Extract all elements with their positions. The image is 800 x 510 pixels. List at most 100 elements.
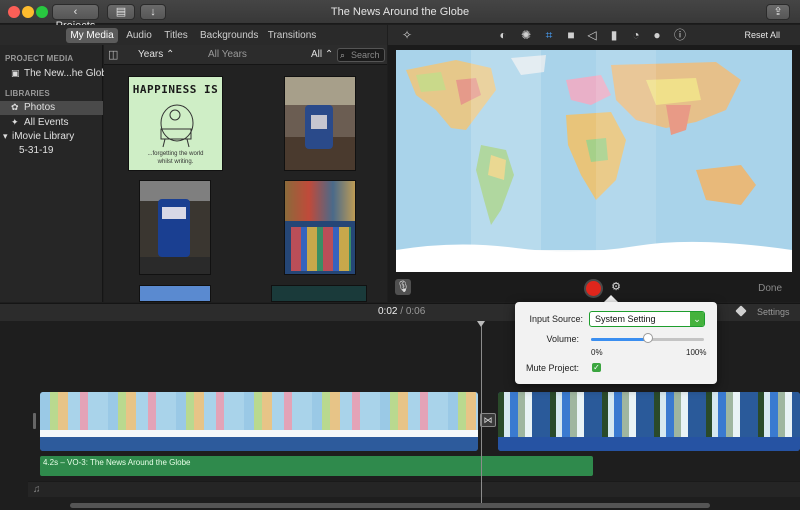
sidebar-item-event-5-31-19[interactable]: 5-31-19	[0, 144, 103, 158]
viewer: ✧ ◐ ✺ ⌗ ■ ◁ ▮ ◔ ● ⓘ Reset All 🎙 ⚙ Done	[388, 25, 800, 302]
volume-slider-thumb[interactable]	[642, 333, 653, 343]
chevron-down-icon: ⌄	[690, 312, 704, 326]
volume-slider-fill	[591, 338, 648, 341]
voiceover-clip-label: 4.2s – VO-3: The News Around the Globe	[43, 458, 191, 467]
speed-icon[interactable]: ◔	[629, 28, 643, 42]
voiceover-options-popover: Input Source: System Setting ⌄ Volume: 0…	[515, 302, 717, 384]
timeline-settings-button[interactable]: Settings	[757, 307, 790, 317]
waterfall-video-clip[interactable]	[498, 392, 800, 451]
mute-project-label: Mute Project:	[525, 363, 579, 373]
filter-label: All	[311, 49, 323, 60]
color-balance-icon[interactable]: ◐	[496, 28, 510, 42]
timecode-display: 0:02 / 0:06	[378, 306, 425, 317]
music-note-icon: ♫	[33, 484, 41, 495]
years-selector[interactable]: Years ⌃	[138, 48, 174, 62]
input-source-value: System Setting	[595, 314, 656, 324]
libraries-header: LIBRARIES	[5, 89, 50, 98]
tab-titles[interactable]: Titles	[162, 28, 190, 43]
current-time: 0:02	[378, 306, 398, 317]
background-music-well[interactable]	[28, 481, 800, 497]
media-browser: ◫ Years ⌃ All Years All ⌃ ⌕ Search HAPPI…	[104, 45, 387, 302]
tab-audio[interactable]: Audio	[124, 28, 154, 43]
window-title: The News Around the Globe	[330, 6, 470, 18]
voiceover-controls: 🎙 ⚙ Done	[388, 275, 800, 302]
photo-thumbnail-happiness[interactable]: HAPPINESS IS ...forgetting the world whi…	[128, 76, 223, 171]
title-bar: ‹ Projects ▤ ↓ The News Around the Globe…	[0, 0, 800, 32]
tab-my-media[interactable]: My Media	[66, 28, 118, 43]
stabilization-icon[interactable]: ■	[564, 28, 578, 42]
sidebar-item-label: All Events	[24, 117, 69, 128]
sidebar-item-label: iMovie Library	[12, 131, 75, 142]
photo-thumbnail-partial-1[interactable]	[139, 285, 211, 302]
voiceover-options-button[interactable]: ⚙	[609, 280, 623, 294]
library-sidebar: PROJECT MEDIA ▣ The New...he Globe LIBRA…	[0, 45, 112, 302]
timeline-left-handle[interactable]	[33, 413, 36, 429]
done-button[interactable]: Done	[758, 283, 782, 294]
record-voiceover-button[interactable]	[586, 281, 601, 296]
search-placeholder: Search	[351, 50, 380, 60]
timecode-separator: /	[400, 306, 404, 317]
volume-label: Volume:	[546, 334, 579, 344]
updown-chevron-icon: ⌃	[324, 49, 334, 60]
adjustment-toolbar: ✧ ◐ ✺ ⌗ ■ ◁ ▮ ◔ ● ⓘ Reset All	[388, 25, 800, 45]
photo-thumbnail-can-car[interactable]	[139, 180, 211, 275]
noise-reduction-icon[interactable]: ▮	[607, 28, 621, 42]
reset-all-button[interactable]: Reset All	[744, 30, 780, 40]
world-map-image	[396, 50, 792, 272]
sidebar-item-all-events[interactable]: ✦ All Events	[0, 116, 103, 130]
sidebar-item-label: Photos	[24, 102, 56, 113]
info-icon[interactable]: ⓘ	[673, 28, 687, 42]
input-source-label: Input Source:	[529, 314, 583, 324]
microphone-button[interactable]: 🎙	[395, 279, 411, 295]
disclosure-triangle-icon: ▾	[3, 131, 8, 141]
transition-icon: ⋈	[483, 415, 493, 425]
magic-wand-icon[interactable]: ✧	[400, 28, 414, 42]
photo-thumbnail-partial-2[interactable]	[271, 285, 367, 302]
popover-arrow	[604, 295, 618, 302]
volume-icon[interactable]: ◁	[585, 28, 599, 42]
search-input[interactable]: ⌕ Search	[337, 48, 385, 62]
all-years-breadcrumb[interactable]: All Years	[208, 48, 247, 62]
thumbnail-caption-2: whilst writing.	[157, 159, 194, 165]
clip-filter-icon[interactable]: ●	[650, 28, 664, 42]
tab-transitions[interactable]: Transitions	[267, 28, 317, 43]
years-label: Years	[138, 49, 164, 60]
voiceover-audio-clip[interactable]: 4.2s – VO-3: The News Around the Globe	[40, 456, 593, 476]
sidebar-item-project[interactable]: ▣ The New...he Globe	[0, 67, 112, 81]
total-time: 0:06	[405, 306, 426, 317]
crop-icon[interactable]: ⌗	[542, 28, 556, 42]
photo-thumbnail-can-table[interactable]	[284, 76, 356, 171]
star-icon: ✦	[11, 117, 19, 127]
sidebar-item-label: 5-31-19	[19, 145, 54, 156]
browser-tabs: My Media Audio Titles Backgrounds Transi…	[0, 25, 387, 45]
share-icon: ⇪	[773, 6, 783, 18]
photo-thumbnail-homescreen[interactable]	[284, 180, 356, 275]
cross-dissolve-transition[interactable]: ⋈	[480, 413, 496, 427]
updown-chevron-icon: ⌃	[166, 49, 175, 60]
playhead[interactable]	[481, 326, 482, 504]
sliders-icon: ⚙	[611, 281, 621, 293]
color-correction-icon[interactable]: ✺	[519, 28, 533, 42]
world-map-preview	[396, 50, 792, 272]
sidebar-toggle-icon[interactable]: ◫	[108, 48, 118, 62]
drawing-illustration	[160, 104, 194, 148]
sidebar-item-label: The New...he Globe	[24, 68, 113, 79]
timeline-horizontal-scrollbar[interactable]	[70, 503, 710, 508]
sidebar-item-photos[interactable]: ✿ Photos	[0, 101, 103, 115]
tab-backgrounds[interactable]: Backgrounds	[200, 28, 258, 43]
mute-project-checkbox[interactable]: ✓	[592, 363, 601, 372]
microphone-icon: 🎙	[396, 281, 410, 293]
search-icon: ⌕	[340, 50, 346, 60]
photos-icon: ✿	[11, 102, 19, 112]
input-source-select[interactable]: System Setting ⌄	[589, 311, 705, 327]
clapperboard-icon: ▣	[11, 68, 20, 78]
thumbnail-title: HAPPINESS IS	[132, 83, 219, 96]
map-video-clip[interactable]	[40, 392, 478, 451]
project-media-header: PROJECT MEDIA	[5, 54, 74, 63]
sidebar-item-imovie-library[interactable]: ▾ iMovie Library	[0, 130, 103, 144]
thumbnail-caption-1: ...forgetting the world	[147, 151, 204, 157]
volume-min-label: 0%	[591, 348, 603, 357]
share-button[interactable]: ⇪	[766, 4, 790, 20]
browser-toolbar: ◫ Years ⌃ All Years All ⌃ ⌕ Search	[104, 45, 387, 65]
filter-selector[interactable]: All ⌃	[311, 48, 333, 62]
